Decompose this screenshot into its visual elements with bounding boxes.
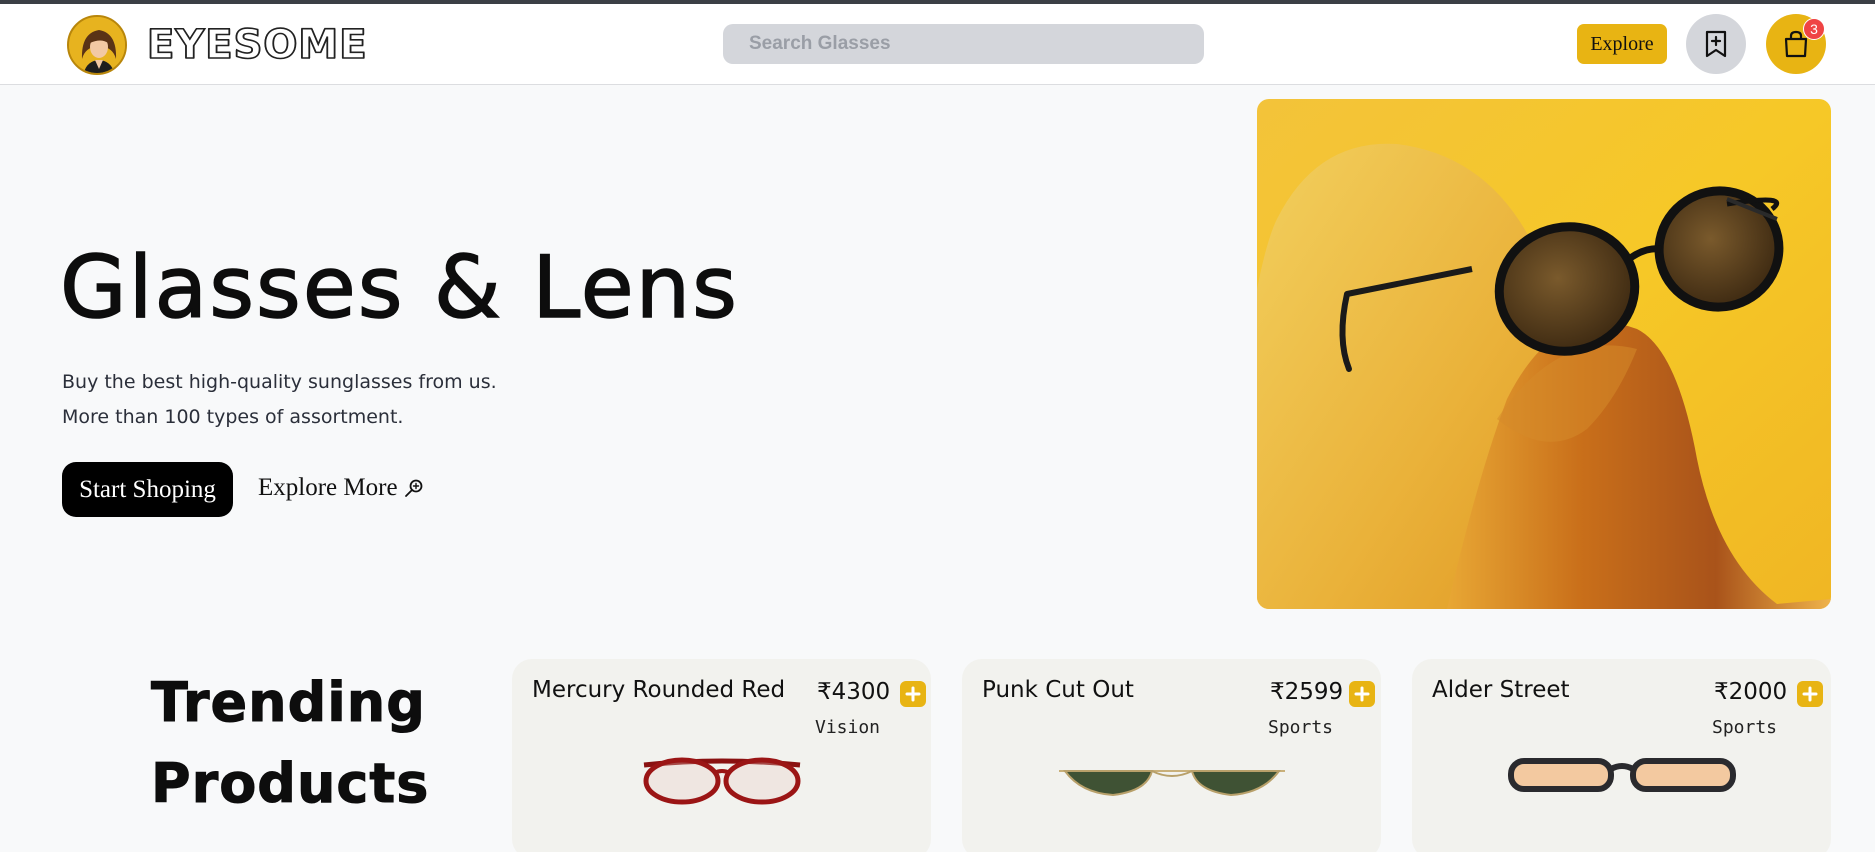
search-zoom-icon: [404, 479, 422, 497]
product-category: Sports: [1268, 717, 1334, 738]
plus-icon: [1802, 686, 1818, 702]
product-card[interactable]: Mercury Rounded Red ₹4300 Vision: [512, 659, 931, 852]
hero-title: Glasses & Lens: [59, 237, 739, 339]
hero-sunglasses-image: [1257, 99, 1831, 609]
product-category: Vision: [815, 717, 881, 738]
product-category: Sports: [1712, 717, 1778, 738]
product-price: ₹4300: [817, 679, 891, 705]
explore-more-label: Explore More: [258, 474, 398, 501]
explore-more-button[interactable]: Explore More: [258, 474, 424, 502]
product-name: Mercury Rounded Red: [532, 677, 786, 703]
add-to-cart-button[interactable]: [1797, 681, 1823, 707]
logo-avatar[interactable]: [67, 15, 127, 75]
explore-button[interactable]: Explore: [1577, 24, 1667, 64]
product-card[interactable]: Alder Street ₹2000 Sports: [1412, 659, 1831, 852]
plus-icon: [905, 686, 921, 702]
sunglasses-on-paper-image: [1257, 99, 1831, 609]
search-input[interactable]: [723, 24, 1204, 64]
site-header: EYESOME Explore 3: [0, 4, 1875, 85]
product-name: Alder Street: [1432, 677, 1570, 703]
bookmark-plus-icon: [1705, 30, 1727, 58]
bookmark-button[interactable]: [1686, 14, 1746, 74]
alder-street-sunglasses-image: [1508, 758, 1736, 792]
product-price: ₹2599: [1270, 679, 1344, 705]
cut-out-sunglasses-image: [1059, 770, 1285, 797]
cart-count-badge: 3: [1803, 18, 1825, 40]
trending-products-title: Trending Products: [150, 662, 428, 824]
trending-title-line2: Products: [150, 752, 430, 816]
add-to-cart-button[interactable]: [1349, 681, 1375, 707]
red-rounded-glasses-image: [643, 757, 801, 805]
brand-logo-text[interactable]: EYESOME: [146, 21, 368, 69]
start-shopping-button[interactable]: Start Shoping: [62, 462, 233, 517]
hero-subtitle-line1: Buy the best high-quality sunglasses fro…: [62, 371, 497, 393]
trending-title-line1: Trending: [151, 671, 426, 735]
add-to-cart-button[interactable]: [900, 681, 926, 707]
product-price: ₹2000: [1714, 679, 1788, 705]
hero-subtitle-line2: More than 100 types of assortment.: [62, 406, 404, 428]
product-card[interactable]: Punk Cut Out ₹2599 Sports: [962, 659, 1381, 852]
woman-avatar-icon: [69, 17, 125, 73]
plus-icon: [1354, 686, 1370, 702]
product-name: Punk Cut Out: [982, 677, 1134, 703]
